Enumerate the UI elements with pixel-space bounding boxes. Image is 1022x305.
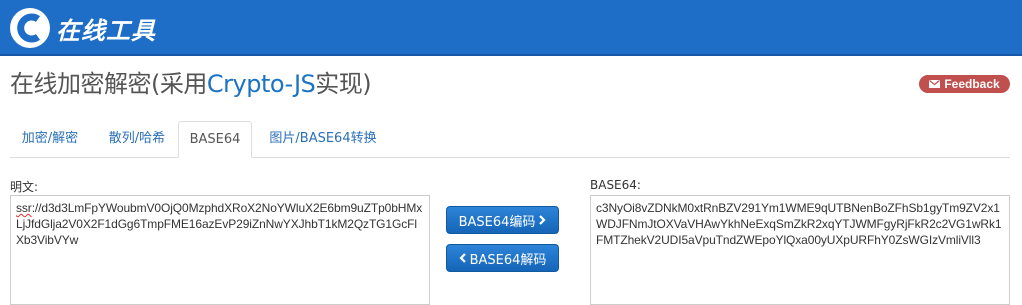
- feedback-label: Feedback: [944, 77, 1000, 91]
- base64-encode-button[interactable]: BASE64编码: [446, 206, 559, 234]
- title-suffix: 实现): [315, 70, 372, 98]
- tab-bar: 加密/解密 散列/哈希 BASE64 图片/BASE64转换: [10, 121, 1010, 158]
- tab-base64[interactable]: BASE64: [178, 121, 252, 158]
- decode-label: BASE64解码: [469, 252, 547, 268]
- tab-hash[interactable]: 散列/哈希: [96, 121, 178, 157]
- tab-encrypt-decrypt[interactable]: 加密/解密: [10, 121, 90, 157]
- plaintext-value-tail: ://d3d3LmFpYWoubmV0OjQ0MzphdXRoX2NoYWluX…: [16, 201, 423, 247]
- title-prefix: 在线加密解密(采用: [10, 70, 207, 98]
- base64-label: BASE64:: [590, 178, 641, 192]
- page-title: 在线加密解密(采用Crypto-JS实现): [10, 64, 372, 99]
- envelope-icon: [929, 80, 941, 88]
- encode-label: BASE64编码: [458, 214, 536, 230]
- chevron-right-icon: [539, 215, 546, 225]
- c-logo-icon[interactable]: [8, 6, 52, 50]
- feedback-button[interactable]: Feedback: [919, 75, 1010, 93]
- plaintext-input[interactable]: ssr://d3d3LmFpYWoubmV0OjQ0MzphdXRoX2NoYW…: [10, 195, 430, 305]
- base64-output[interactable]: c3NyOi8vZDNkM0xtRnBZV291Ym1WME9qUTBNenBo…: [590, 195, 1010, 305]
- logo-text[interactable]: 在线工具: [56, 11, 156, 46]
- top-bar: 在线工具: [0, 0, 1022, 56]
- tab-image-base64[interactable]: 图片/BASE64转换: [258, 121, 388, 157]
- base64-decode-button[interactable]: BASE64解码: [446, 244, 559, 272]
- plaintext-value-head: ssr: [16, 201, 32, 215]
- chevron-left-icon: [459, 253, 466, 263]
- plaintext-label: 明文:: [10, 180, 39, 194]
- title-accent: Crypto-JS: [206, 70, 316, 98]
